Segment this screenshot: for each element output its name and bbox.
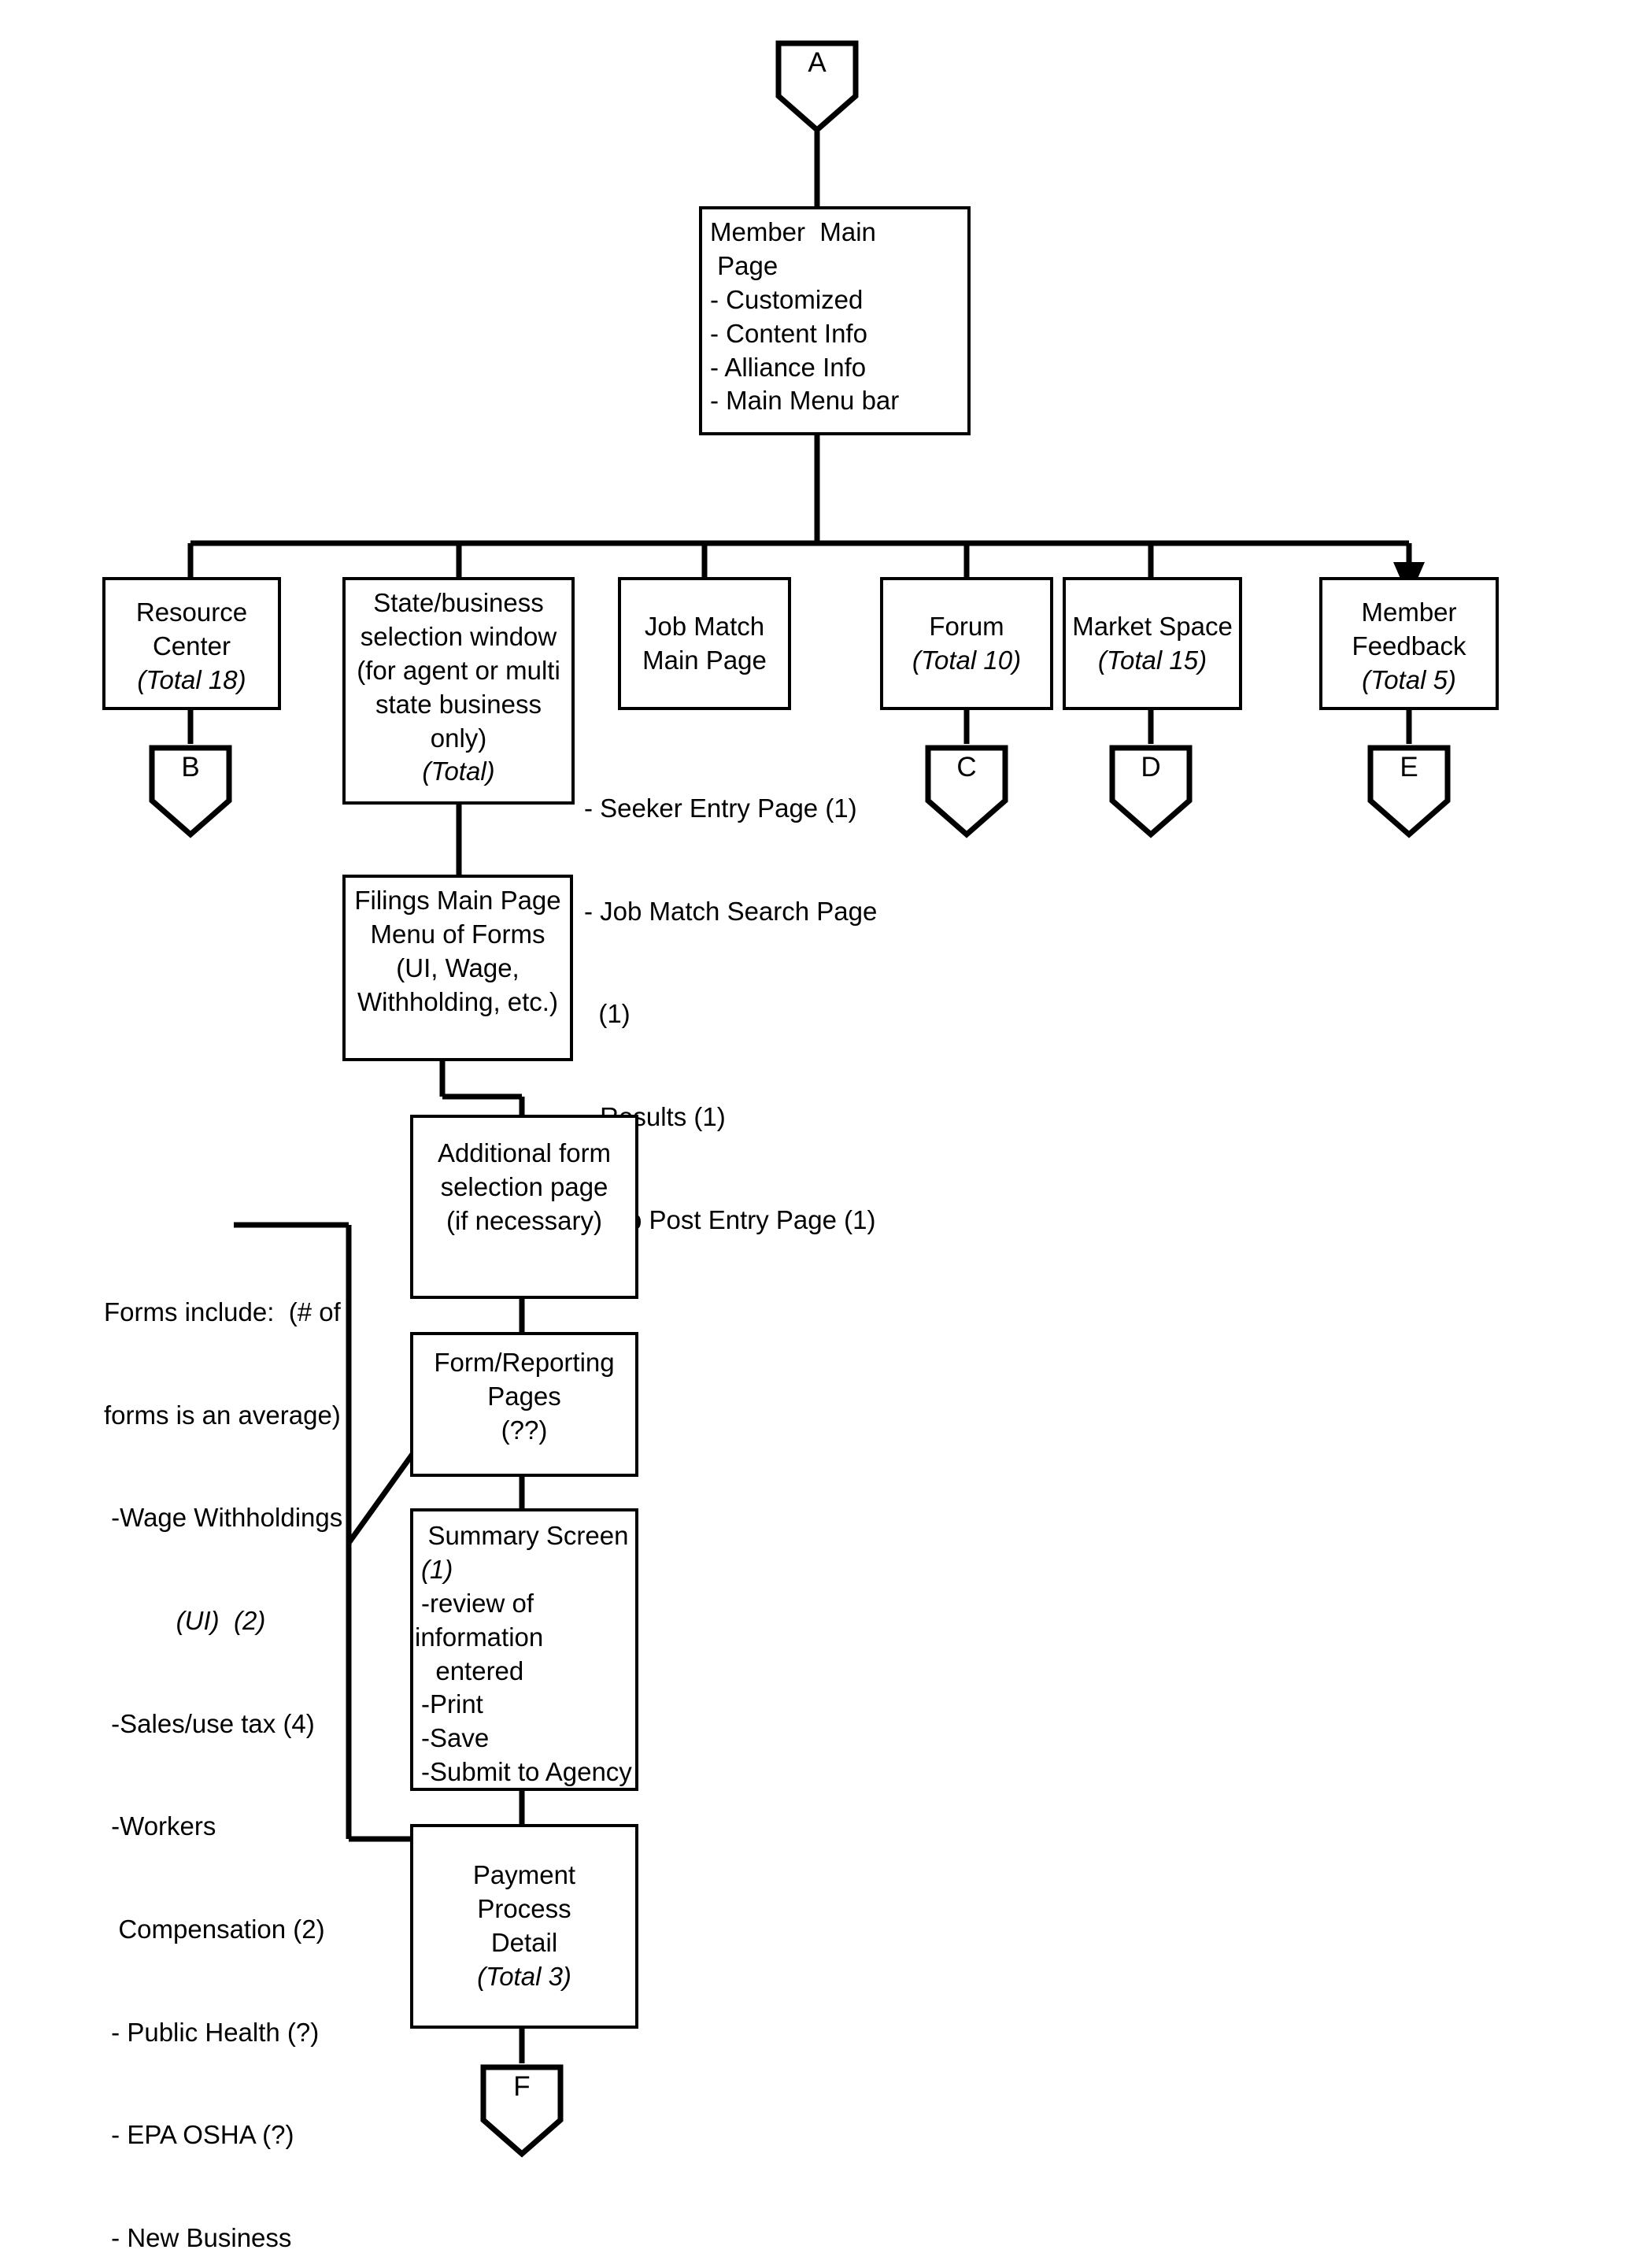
form-reporting-line-1: Pages <box>487 1381 561 1411</box>
member-feedback-line-1: Feedback <box>1352 631 1466 661</box>
box-form-reporting-pages[interactable]: Form/Reporting Pages (??) <box>410 1332 638 1477</box>
state-business-line-1: selection window <box>360 621 557 651</box>
connector-c: C <box>924 744 1009 838</box>
box-payment-process-detail[interactable]: Payment Process Detail (Total 3) <box>410 1824 638 2029</box>
payment-line-1: Process <box>477 1894 571 1924</box>
box-job-match-main-page[interactable]: Job Match Main Page <box>618 577 791 710</box>
summary-screen-item-3: -Print <box>421 1689 483 1719</box>
market-space-total: (Total 15) <box>1097 645 1207 675</box>
connector-f-label: F <box>513 2071 531 2102</box>
box-summary-screen[interactable]: Summary Screen (1) -review of informatio… <box>410 1508 638 1791</box>
connector-b: B <box>148 744 233 838</box>
filings-line-1: Menu of Forms <box>370 919 545 949</box>
member-feedback-line-0: Member <box>1361 598 1457 627</box>
filings-line-0: Filings Main Page <box>354 886 561 915</box>
connector-f: F <box>479 2063 564 2158</box>
summary-screen-item-2: entered <box>421 1656 524 1685</box>
box-resource-center[interactable]: Resource Center (Total 18) <box>102 577 281 710</box>
forms-note-line-3: (UI) (2) <box>104 1606 266 1636</box>
member-main-line-3: - Content Info <box>710 318 867 348</box>
box-member-main-page[interactable]: Member Main Page - Customized - Content … <box>699 206 971 435</box>
member-main-line-0: Member Main <box>710 217 876 246</box>
forms-note-line-8: - EPA OSHA (?) <box>104 2120 294 2150</box>
member-main-line-1: Page <box>710 250 778 280</box>
forms-note-line-6: Compensation (2) <box>104 1914 325 1944</box>
job-match-list-item-3: - Results (1) <box>584 1102 726 1132</box>
forms-note-line-1: forms is an average) <box>104 1400 341 1430</box>
connector-d-label: D <box>1141 752 1161 783</box>
forum-line-0: Forum <box>929 611 1004 641</box>
box-filings-main-page[interactable]: Filings Main Page Menu of Forms (UI, Wag… <box>342 875 573 1061</box>
box-member-feedback[interactable]: Member Feedback (Total 5) <box>1319 577 1499 710</box>
job-match-list-item-1: - Job Match Search Page <box>584 896 878 926</box>
forum-total: (Total 10) <box>912 645 1022 675</box>
flowchart-canvas: A Member Main Page - Customized - Conten… <box>0 0 1642 2268</box>
additional-form-line-2: (if necessary) <box>446 1205 603 1235</box>
connector-e: E <box>1366 744 1452 838</box>
member-main-line-5: - Main Menu bar <box>710 386 900 416</box>
connector-e-label: E <box>1400 752 1418 783</box>
additional-form-line-1: selection page <box>440 1171 608 1201</box>
state-business-line-2: (for agent or multi <box>357 655 560 685</box>
job-match-list-item-0: - Seeker Entry Page (1) <box>584 794 857 823</box>
forms-note-line-9: - New Business <box>104 2222 292 2252</box>
summary-screen-item-0: -review of <box>421 1588 534 1618</box>
member-main-line-4: - Alliance Info <box>710 352 867 382</box>
payment-total: (Total 3) <box>477 1961 571 1991</box>
state-business-line-4: only) <box>430 723 487 753</box>
summary-screen-item-5: -Submit to Agency <box>421 1757 632 1787</box>
box-additional-form-selection[interactable]: Additional form selection page (if neces… <box>410 1115 638 1299</box>
resource-center-line-1: Center <box>152 631 231 661</box>
summary-screen-item-4: -Save <box>421 1723 490 1753</box>
connector-d: D <box>1108 744 1193 838</box>
box-market-space[interactable]: Market Space (Total 15) <box>1063 577 1242 710</box>
form-reporting-line-0: Form/Reporting <box>434 1348 615 1377</box>
state-business-line-0: State/business <box>373 588 544 617</box>
summary-screen-count: (1) <box>421 1554 453 1584</box>
job-match-page-list: - Seeker Entry Page (1) - Job Match Sear… <box>584 723 962 1305</box>
connector-b-label: B <box>181 752 200 783</box>
filings-line-3: Withholding, etc.) <box>357 986 558 1016</box>
filings-line-2: (UI, Wage, <box>396 953 520 982</box>
state-business-line-3: state business <box>375 689 542 719</box>
payment-line-2: Detail <box>490 1928 558 1957</box>
job-match-list-item-2: (1) <box>584 999 631 1029</box>
job-match-line-0: Job Match <box>644 611 765 641</box>
form-reporting-line-2: (??) <box>501 1415 548 1445</box>
forms-note-line-7: - Public Health (?) <box>104 2017 320 2047</box>
payment-line-0: Payment <box>472 1860 576 1890</box>
additional-form-line-0: Additional form <box>437 1138 612 1167</box>
connector-a-label: A <box>808 47 827 78</box>
connector-c-label: C <box>956 752 977 783</box>
forms-note-line-4: -Sales/use tax (4) <box>104 1708 315 1738</box>
forms-note-line-2: -Wage Withholdings <box>104 1503 343 1533</box>
member-feedback-total: (Total 5) <box>1362 664 1456 694</box>
forms-note-line-0: Forms include: (# of <box>104 1297 341 1327</box>
state-business-total: (Total) <box>422 757 495 786</box>
box-forum[interactable]: Forum (Total 10) <box>880 577 1053 710</box>
box-state-business-selection[interactable]: State/business selection window (for age… <box>342 577 575 805</box>
forms-note-line-5: -Workers <box>104 1811 216 1841</box>
member-main-line-2: - Customized <box>710 284 864 314</box>
summary-screen-item-1: information <box>415 1622 544 1652</box>
job-match-line-1: Main Page <box>642 645 767 675</box>
connector-a: A <box>775 39 860 134</box>
resource-center-total: (Total 18) <box>137 664 246 694</box>
forms-include-note: Forms include: (# of forms is an average… <box>104 1226 356 2268</box>
resource-center-line-0: Resource <box>135 598 248 627</box>
market-space-line-0: Market Space <box>1072 611 1233 641</box>
summary-screen-title: Summary Screen <box>427 1521 629 1550</box>
job-match-list-item-4: - Job Post Entry Page (1) <box>584 1204 876 1234</box>
